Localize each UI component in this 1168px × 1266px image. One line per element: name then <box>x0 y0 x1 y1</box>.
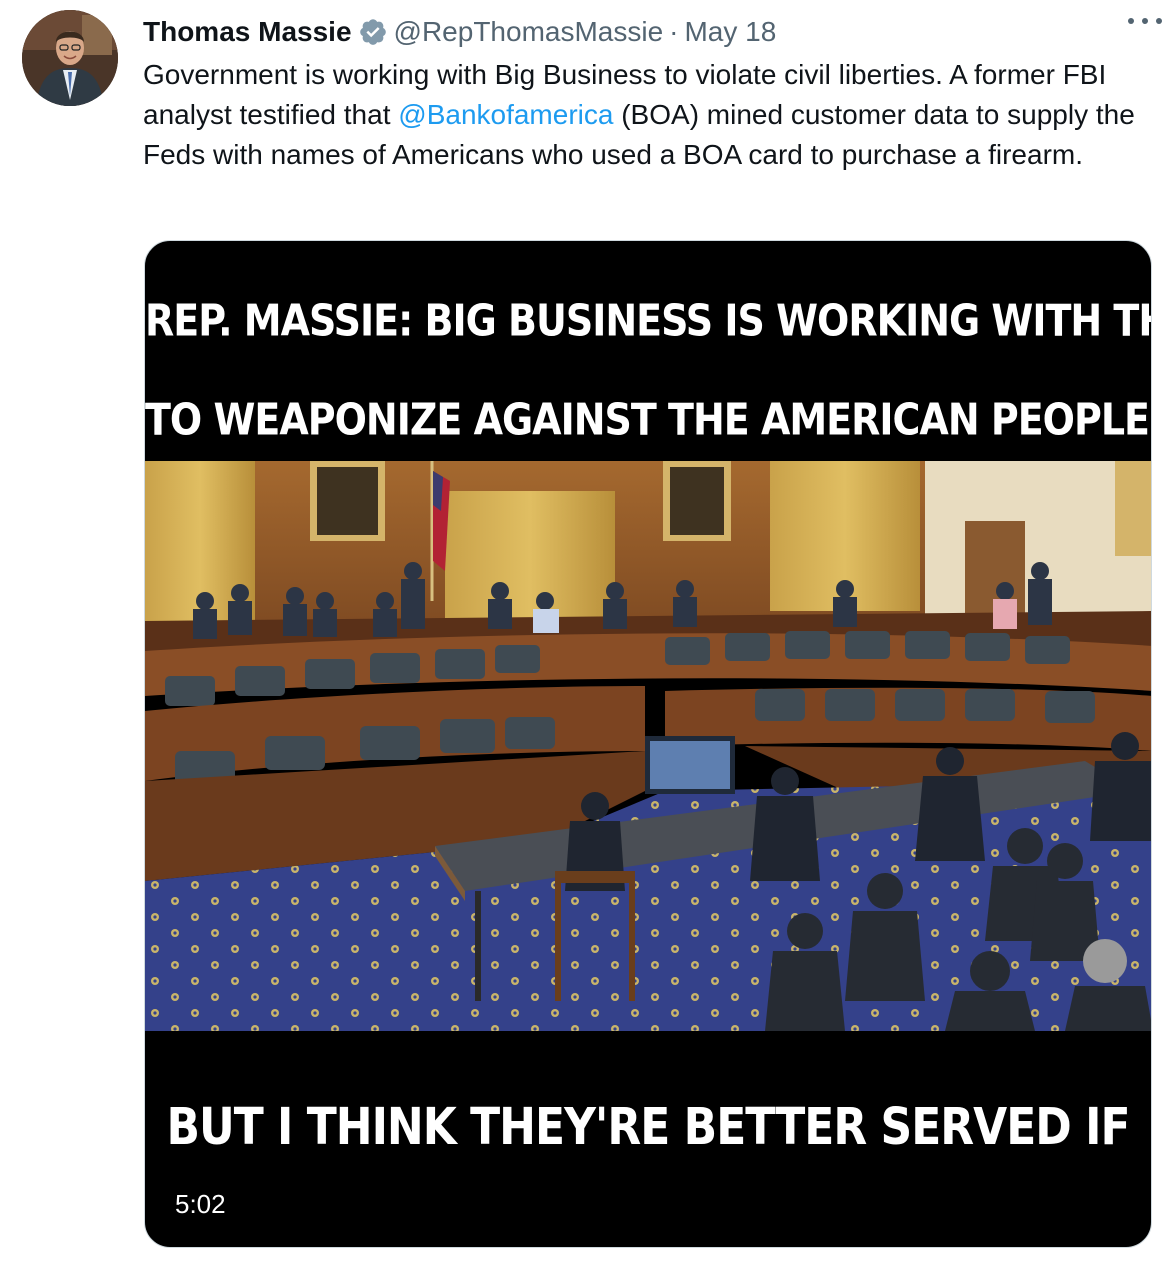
avatar[interactable] <box>22 10 118 106</box>
video-player[interactable]: REP. MASSIE: BIG BUSINESS IS WORKING WIT… <box>144 240 1152 1248</box>
tweet-text: Government is working with Big Business … <box>143 55 1158 175</box>
author-handle[interactable]: @RepThomasMassie <box>394 14 664 50</box>
video-duration-badge: 5:02 <box>165 1184 236 1224</box>
tweet-header: Thomas Massie @RepThomasMassie · May 18 <box>143 12 1154 52</box>
tweet-date[interactable]: May 18 <box>684 14 776 50</box>
avatar-photo <box>22 10 118 106</box>
separator-dot: · <box>669 16 679 47</box>
display-name[interactable]: Thomas Massie <box>143 14 352 50</box>
mention-link[interactable]: @Bankofamerica <box>398 99 613 130</box>
caption-top-line2: TO WEAPONIZE AGAINST THE AMERICAN PEOPLE… <box>145 394 1151 445</box>
verified-badge-icon[interactable] <box>358 17 388 47</box>
tweet[interactable]: Thomas Massie @RepThomasMassie · May 18 … <box>0 0 1168 1266</box>
more-horizontal-icon[interactable] <box>1128 14 1162 28</box>
video-caption-top: REP. MASSIE: BIG BUSINESS IS WORKING WIT… <box>145 271 1151 469</box>
caption-top-line1: REP. MASSIE: BIG BUSINESS IS WORKING WIT… <box>145 295 1151 346</box>
video-caption-bottom: BUT I THINK THEY'RE BETTER SERVED IF <box>166 1097 1130 1157</box>
hearing-room-video-frame <box>145 461 1151 1031</box>
